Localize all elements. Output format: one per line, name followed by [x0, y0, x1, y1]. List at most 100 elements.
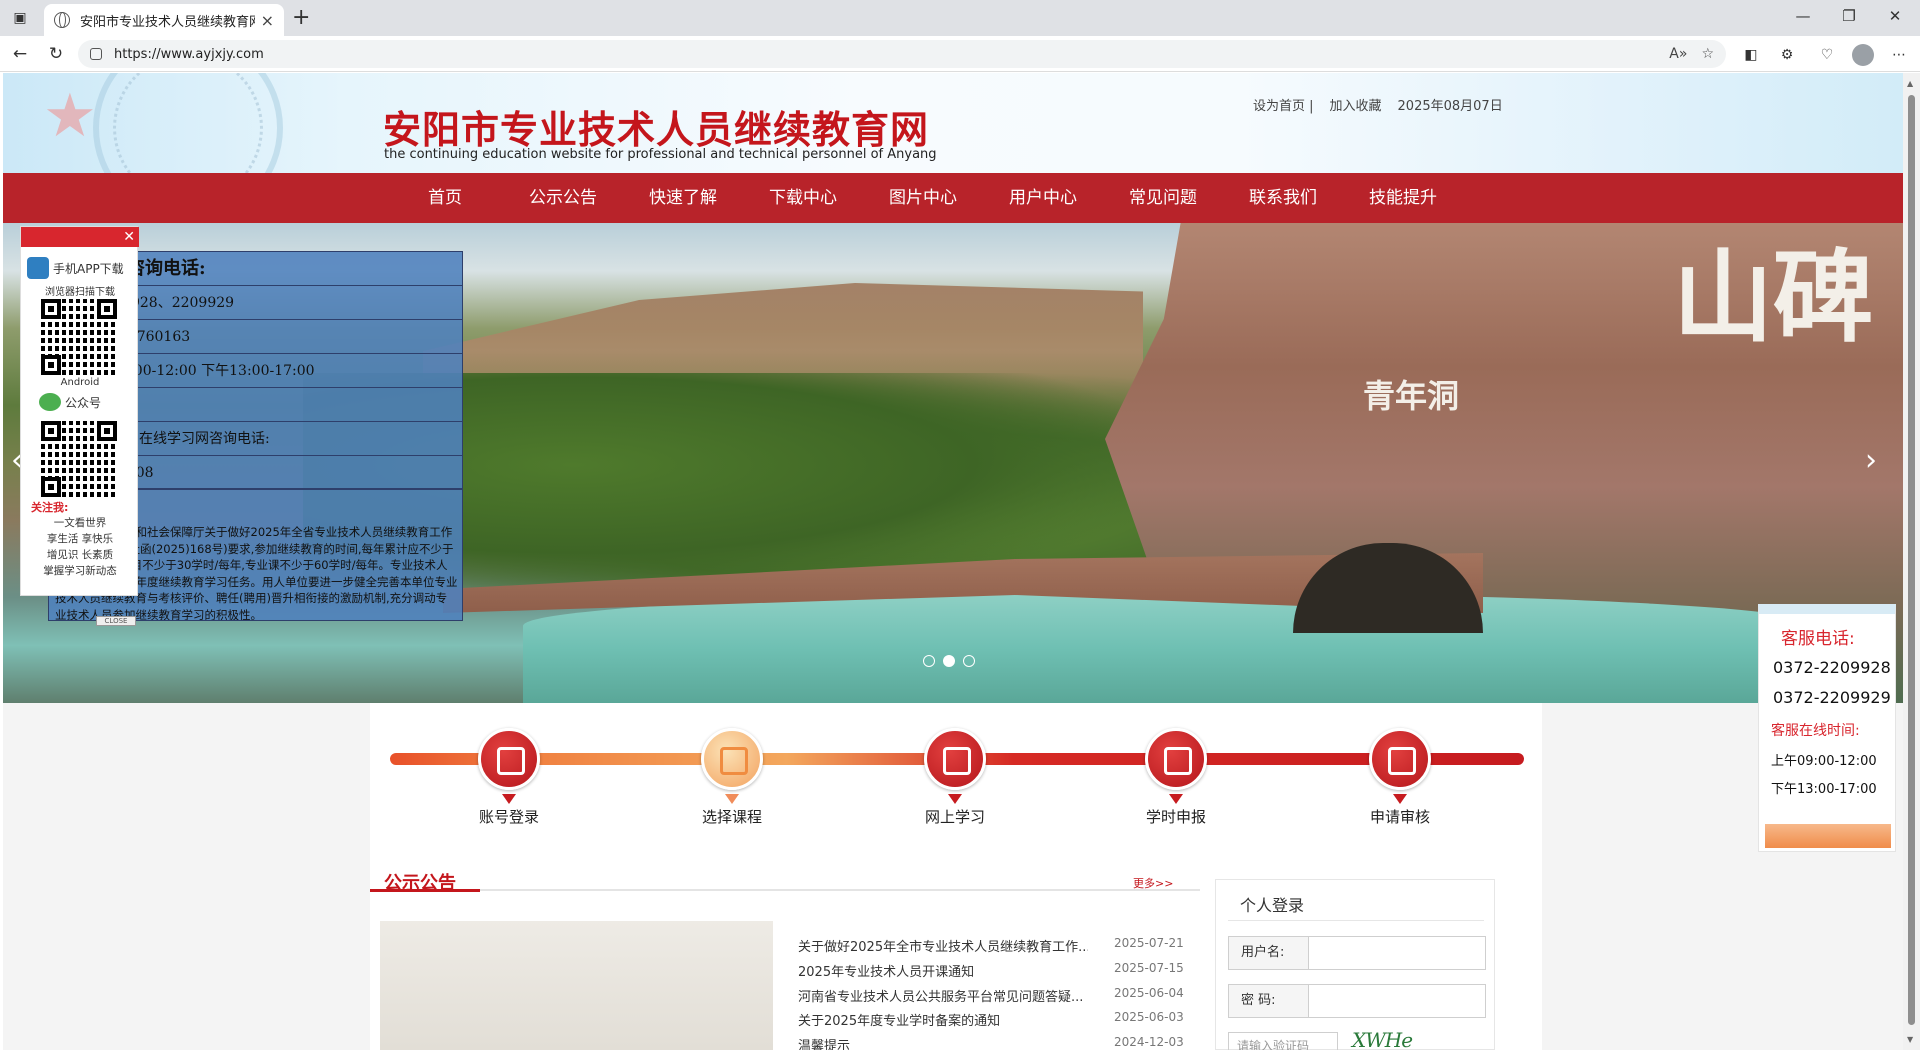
favorite-star-icon[interactable]: ☆ — [1701, 46, 1714, 62]
back-icon[interactable]: ← — [8, 42, 32, 66]
nav-downloads[interactable]: 下载中心 — [753, 173, 853, 223]
wechat-text: 公众号 — [65, 395, 102, 410]
login-panel: 个人登录 用户名: 密 码: 请输入验证码 XWHe — [1215, 879, 1495, 1050]
browser-essentials-icon[interactable]: ♡ — [1816, 44, 1838, 66]
extensions-icon[interactable]: ⚙ — [1776, 44, 1798, 66]
new-tab-icon[interactable]: + — [292, 6, 310, 30]
news-item[interactable]: 河南省专业技术人员公共服务平台常见问题答疑... 2025-06-04 — [798, 986, 1198, 1008]
tab-close-icon[interactable]: × — [261, 11, 274, 30]
browser-tab-active[interactable]: 安阳市专业技术人员继续教育网 × — [44, 4, 284, 36]
step-login[interactable]: 账号登录 — [449, 728, 569, 827]
step-online-learning[interactable]: 网上学习 — [895, 728, 1015, 827]
password-field[interactable]: 密 码: — [1228, 984, 1486, 1018]
step-hours-report[interactable]: 学时申报 — [1116, 728, 1236, 827]
follow-line: 增见识 长素质 — [46, 549, 114, 561]
follow-lines: 一文看世界 享生活 享快乐 增见识 长素质 掌握学习新动态 — [21, 515, 139, 579]
site-title: 安阳市专业技术人员继续教育网 — [383, 107, 930, 152]
news-title[interactable]: 2025年专业技术人员开课通知 — [798, 961, 1088, 980]
android-label: Android — [60, 377, 100, 388]
current-date: 2025年08月07日 — [1397, 99, 1503, 114]
app-download-float: ✕ 手机APP下载 浏览器扫描下载 Android 公众号 关注我: 一文看世界… — [20, 226, 139, 596]
banner-calligraphy-cave: 青年洞 — [1363, 377, 1460, 415]
nav-quick-guide[interactable]: 快速了解 — [633, 173, 733, 223]
follow-label: 关注我: — [31, 501, 69, 514]
url-text: https://www.ayjxjy.com — [114, 46, 264, 62]
report-clock-icon — [1164, 747, 1192, 775]
site-info-icon[interactable] — [90, 48, 102, 60]
decor-swirl-dotted — [113, 73, 263, 173]
app-download-text: 手机APP下载 — [53, 261, 124, 276]
news-item[interactable]: 关于2025年度专业学时备案的通知 2025-06-03 — [798, 1010, 1198, 1032]
news-item[interactable]: 温馨提示 2024-12-03 — [798, 1035, 1198, 1050]
follow-line: 掌握学习新动态 — [43, 565, 117, 577]
add-favorite-link[interactable]: 加入收藏 — [1330, 95, 1382, 114]
nav-contact[interactable]: 联系我们 — [1233, 173, 1333, 223]
float-left-header: ✕ — [21, 227, 139, 247]
minimize-icon[interactable]: — — [1780, 0, 1826, 32]
split-screen-icon[interactable]: ◧ — [1740, 44, 1762, 66]
course-document-icon — [720, 747, 748, 775]
scrollbar-thumb[interactable] — [1908, 95, 1915, 1025]
news-item[interactable]: 2025年专业技术人员开课通知 2025-07-15 — [798, 961, 1198, 983]
news-date: 2025-07-21 — [1114, 936, 1184, 950]
step-apply-review[interactable]: 申请审核 — [1340, 728, 1460, 827]
carousel-dot-1[interactable] — [923, 655, 935, 667]
close-window-icon[interactable]: ✕ — [1872, 0, 1918, 32]
step-label: 网上学习 — [924, 808, 985, 826]
float-left-close-icon[interactable]: ✕ — [123, 227, 135, 247]
float-left-close-button[interactable]: CLOSE — [96, 616, 136, 626]
username-field[interactable]: 用户名: — [1228, 936, 1486, 970]
profile-avatar[interactable] — [1852, 44, 1874, 66]
nav-notices[interactable]: 公示公告 — [513, 173, 613, 223]
site-header: ★ 安阳市专业技术人员继续教育网 the continuing educatio… — [3, 73, 1903, 173]
browser-tab-bar: ▣ 安阳市专业技术人员继续教育网 × + — ❐ ✕ — [0, 0, 1920, 36]
scroll-down-icon[interactable]: ▼ — [1907, 1035, 1913, 1044]
carousel-next-icon[interactable]: › — [1865, 443, 1877, 478]
step-label: 学时申报 — [1145, 808, 1206, 826]
page-scrollbar[interactable]: ▲ ▼ — [1903, 73, 1920, 1050]
set-homepage-link[interactable]: 设为首页 | — [1253, 95, 1314, 114]
read-aloud-icon[interactable]: A» — [1669, 46, 1687, 62]
news-title[interactable]: 温馨提示 — [798, 1035, 1088, 1050]
service-phone-2: 0372-2209929 — [1773, 688, 1891, 707]
address-bar: ← ↻ https://www.ayjxjy.com A» ☆ ◧ ⚙ ♡ ⋯ — [0, 36, 1920, 72]
step-label: 账号登录 — [478, 808, 539, 826]
wechat-icon — [39, 393, 61, 411]
nav-user-center[interactable]: 用户中心 — [993, 173, 1093, 223]
scroll-up-icon[interactable]: ▲ — [1907, 79, 1913, 88]
captcha-input[interactable]: 请输入验证码 — [1228, 1032, 1338, 1050]
nav-gallery[interactable]: 图片中心 — [873, 173, 973, 223]
url-input[interactable]: https://www.ayjxjy.com A» ☆ — [78, 40, 1726, 68]
carousel-dots — [923, 655, 975, 667]
news-date: 2025-06-03 — [1114, 1010, 1184, 1024]
more-menu-icon[interactable]: ⋯ — [1888, 44, 1910, 66]
news-date: 2025-07-15 — [1114, 961, 1184, 975]
nav-home[interactable]: 首页 — [395, 173, 495, 223]
notice-title-underline — [370, 889, 480, 892]
refresh-icon[interactable]: ↻ — [44, 42, 68, 66]
nav-faq[interactable]: 常见问题 — [1113, 173, 1213, 223]
service-phone-1: 0372-2209928 — [1773, 658, 1891, 677]
customer-service-float: 客服电话: 0372-2209928 0372-2209929 客服在线时间: … — [1758, 604, 1896, 852]
news-item[interactable]: 关于做好2025年全市专业技术人员继续教育工作... 2025-07-21 — [798, 936, 1198, 958]
page-viewport: ★ 安阳市专业技术人员继续教育网 the continuing educatio… — [3, 73, 1903, 1050]
restore-icon[interactable]: ❐ — [1826, 0, 1872, 32]
user-login-icon — [497, 747, 525, 775]
follow-line: 一文看世界 — [53, 517, 107, 529]
news-title[interactable]: 关于做好2025年全市专业技术人员继续教育工作... — [798, 936, 1088, 955]
nav-skills[interactable]: 技能提升 — [1353, 173, 1453, 223]
news-date: 2025-06-04 — [1114, 986, 1184, 1000]
news-date: 2024-12-03 — [1114, 1035, 1184, 1049]
captcha-image[interactable]: XWHe — [1352, 1028, 1413, 1050]
news-title[interactable]: 河南省专业技术人员公共服务平台常见问题答疑... — [798, 986, 1088, 1005]
scan-label: 浏览器扫描下载 — [45, 287, 115, 298]
step-label: 申请审核 — [1369, 808, 1430, 826]
notice-image[interactable] — [380, 921, 773, 1050]
service-time-title: 客服在线时间: — [1771, 723, 1860, 739]
notice-more-link[interactable]: 更多>> — [1133, 875, 1173, 891]
carousel-dot-2[interactable] — [943, 655, 955, 667]
step-select-course[interactable]: 选择课程 — [672, 728, 792, 827]
tab-actions-icon[interactable]: ▣ — [8, 6, 32, 30]
carousel-dot-3[interactable] — [963, 655, 975, 667]
news-title[interactable]: 关于2025年度专业学时备案的通知 — [798, 1010, 1088, 1029]
